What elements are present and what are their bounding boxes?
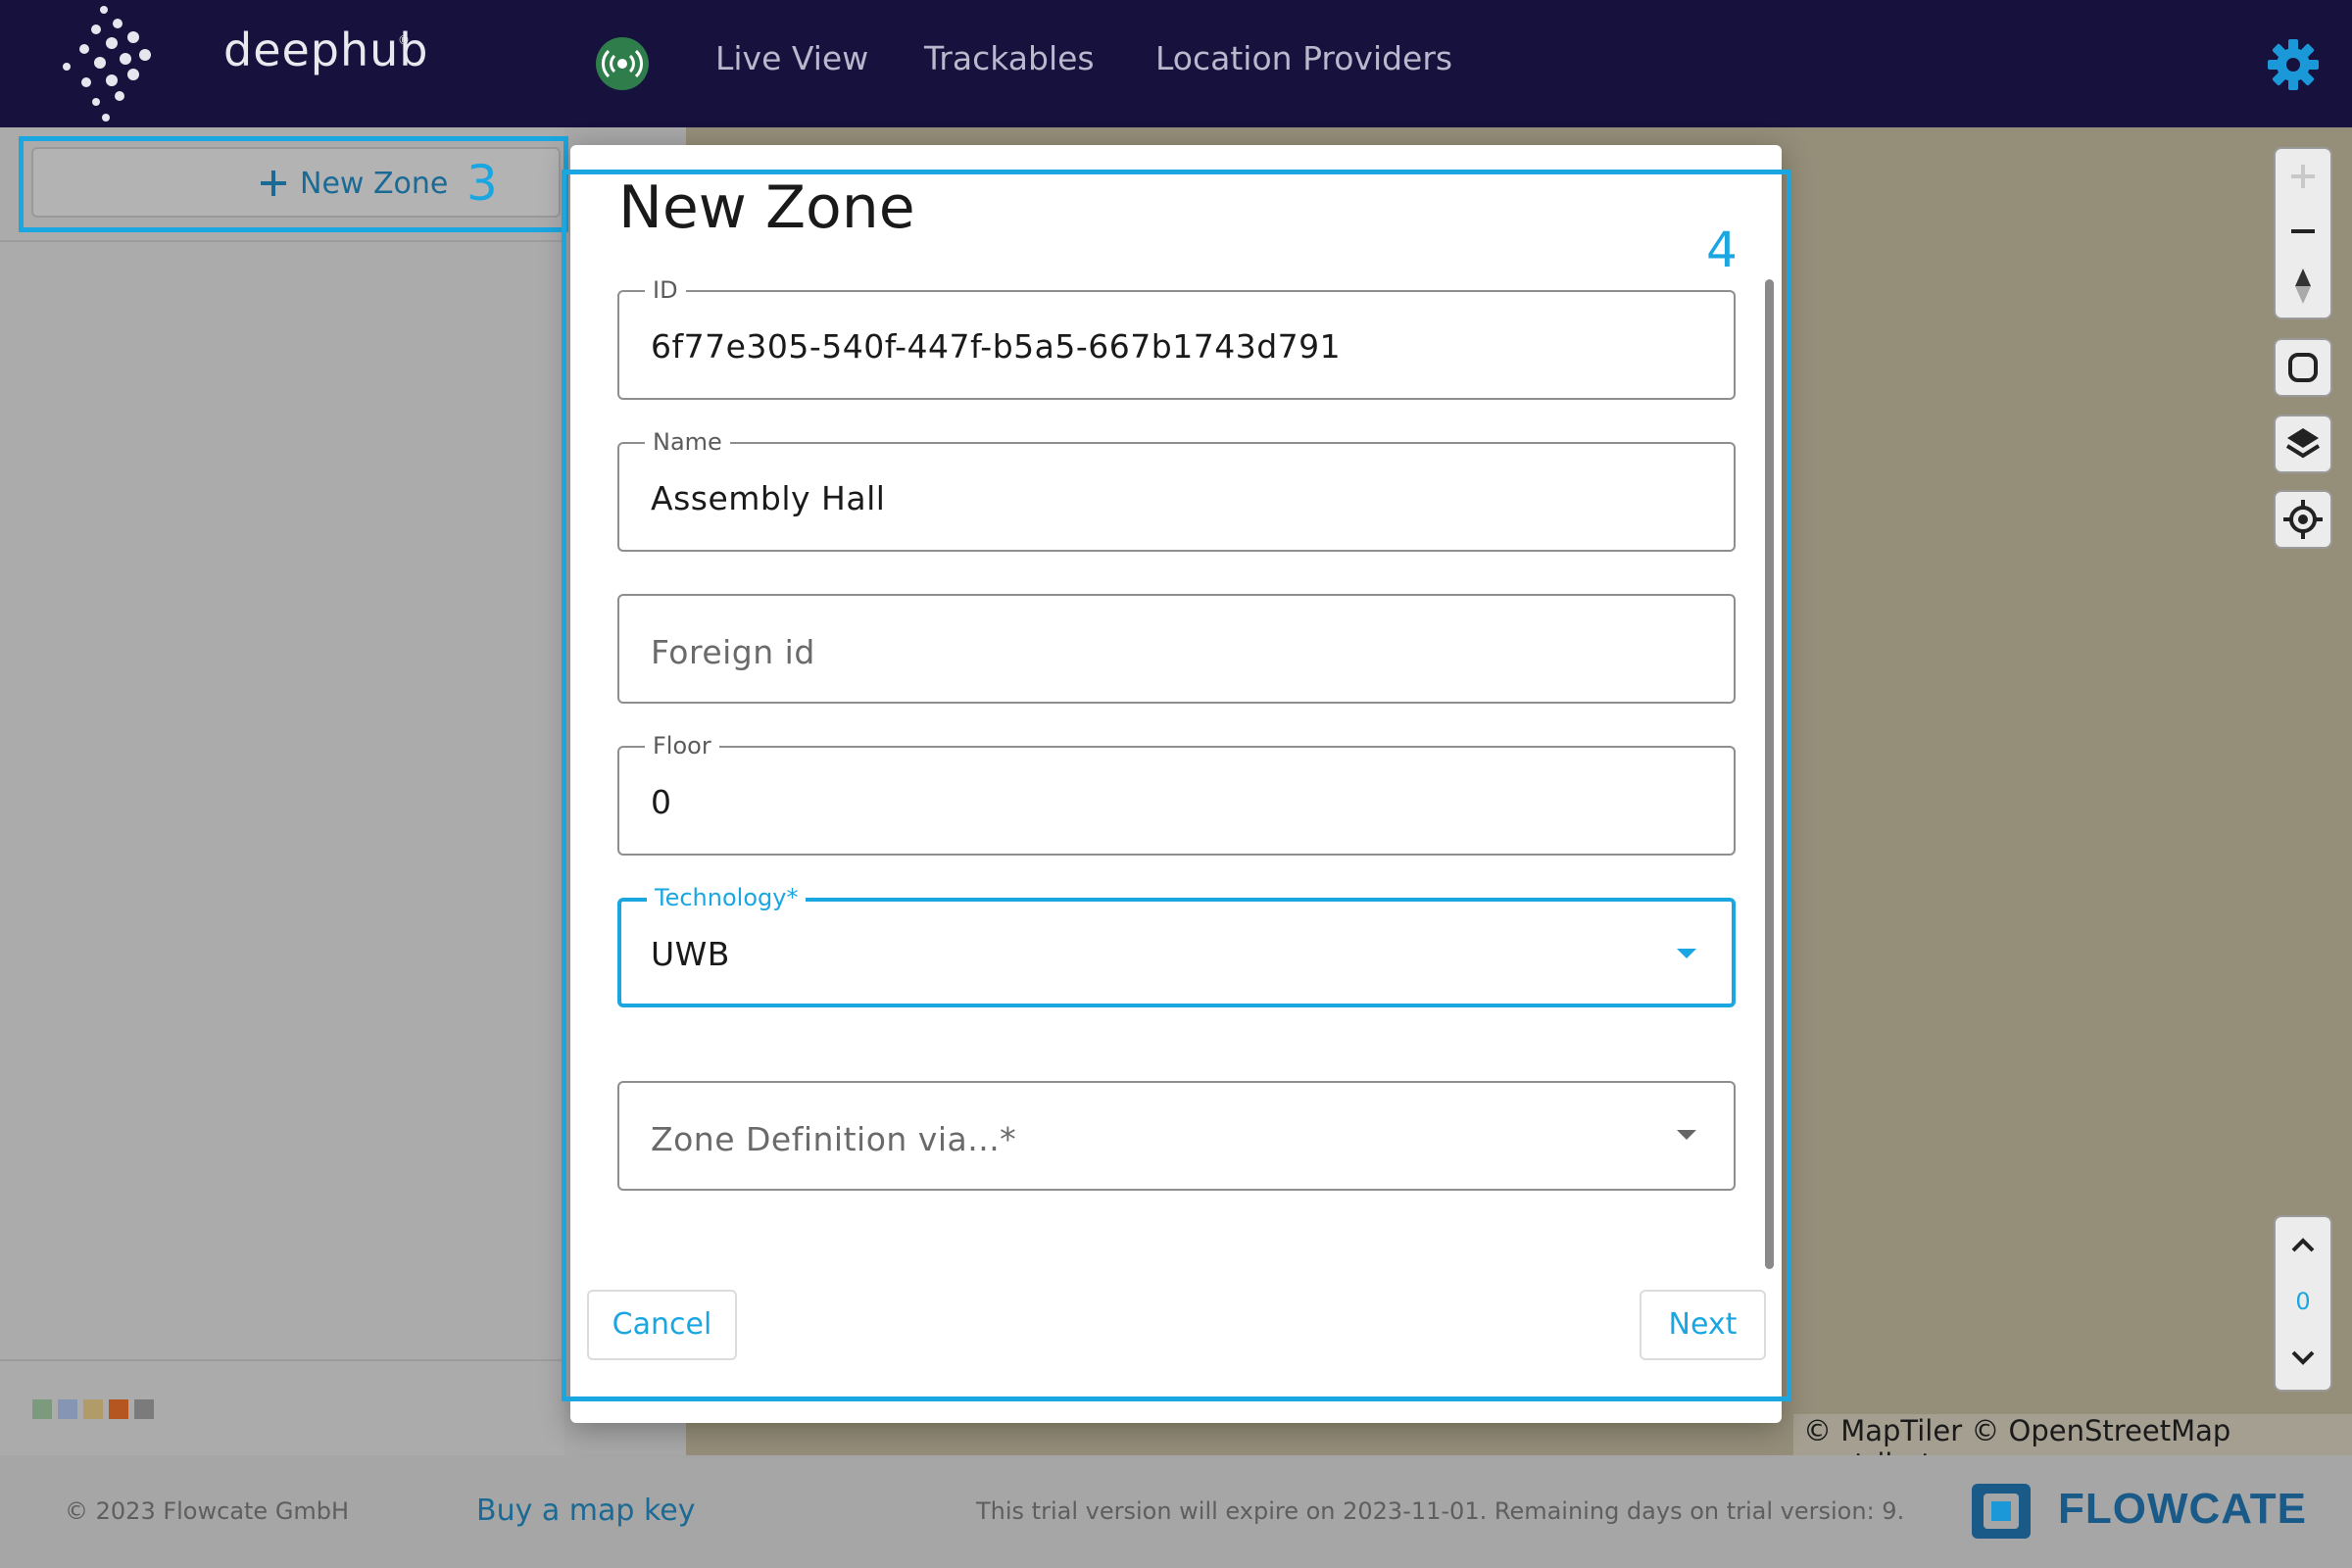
name-field-label: Name bbox=[645, 428, 730, 456]
technology-select-label: Technology* bbox=[647, 884, 807, 911]
legend-swatch bbox=[134, 1399, 154, 1419]
chevron-up-icon bbox=[2291, 1238, 2315, 1252]
floor-down-button[interactable] bbox=[2276, 1331, 2330, 1386]
deephub-logo-mark bbox=[63, 6, 151, 122]
zone-definition-select[interactable]: Zone Definition via...* bbox=[617, 1081, 1736, 1191]
copyright-text: © 2023 Flowcate GmbH bbox=[65, 1497, 350, 1525]
zone-definition-placeholder: Zone Definition via...* bbox=[651, 1120, 1017, 1158]
sidebar-divider bbox=[0, 240, 564, 242]
top-navbar: deephub ® Live View Trackables Location … bbox=[0, 0, 2352, 127]
legend-swatch bbox=[58, 1399, 77, 1419]
crosshair-icon bbox=[2283, 500, 2323, 539]
name-field[interactable]: Name Assembly Hall bbox=[617, 428, 1736, 552]
minus-icon bbox=[2291, 229, 2315, 233]
broadcast-icon[interactable] bbox=[596, 37, 649, 90]
locate-button[interactable] bbox=[2274, 490, 2332, 549]
flowcate-logo-icon bbox=[1972, 1484, 2031, 1539]
compass-icon bbox=[2295, 269, 2311, 304]
cancel-button[interactable]: Cancel bbox=[587, 1290, 737, 1360]
floor-field-label: Floor bbox=[645, 732, 719, 760]
zoom-out-button[interactable] bbox=[2276, 204, 2330, 259]
fullscreen-icon bbox=[2288, 353, 2318, 382]
gear-icon[interactable] bbox=[2266, 37, 2321, 92]
foreign-id-placeholder: Foreign id bbox=[651, 633, 815, 671]
registered-mark: ® bbox=[398, 33, 410, 47]
floor-field-value: 0 bbox=[651, 783, 672, 821]
trial-notice: This trial version will expire on 2023-1… bbox=[976, 1497, 1905, 1525]
technology-select[interactable]: Technology* UWB bbox=[617, 884, 1736, 1007]
legend-swatch bbox=[32, 1399, 52, 1419]
highlight-number-3: 3 bbox=[466, 155, 498, 212]
plus-icon bbox=[2291, 165, 2315, 188]
chevron-down-icon bbox=[1677, 949, 1696, 958]
brand-name: deephub bbox=[223, 24, 429, 76]
floor-level: 0 bbox=[2295, 1288, 2311, 1315]
zoom-controls bbox=[2274, 147, 2332, 319]
flowcate-logo: FLOWCATE bbox=[2058, 1485, 2308, 1533]
deephub-logo[interactable]: deephub ® bbox=[57, 0, 428, 127]
layers-button[interactable] bbox=[2274, 415, 2332, 473]
dialog-scrollbar[interactable] bbox=[1765, 279, 1774, 1269]
legend-swatch bbox=[83, 1399, 103, 1419]
nav-live-view[interactable]: Live View bbox=[715, 39, 868, 77]
floor-field[interactable]: Floor 0 bbox=[617, 732, 1736, 856]
dialog-title: New Zone bbox=[618, 173, 915, 242]
chevron-down-icon bbox=[2291, 1350, 2315, 1365]
legend-divider bbox=[0, 1359, 564, 1361]
id-field-label: ID bbox=[645, 276, 686, 304]
id-field[interactable]: ID 6f77e305-540f-447f-b5a5-667b1743d791 bbox=[617, 276, 1736, 400]
buy-map-key-link[interactable]: Buy a map key bbox=[476, 1494, 696, 1528]
technology-select-value: UWB bbox=[651, 935, 730, 973]
floor-up-button[interactable] bbox=[2276, 1217, 2330, 1272]
layers-icon bbox=[2285, 428, 2321, 459]
compass-button[interactable] bbox=[2276, 259, 2330, 314]
next-button[interactable]: Next bbox=[1640, 1290, 1766, 1360]
fullscreen-button[interactable] bbox=[2274, 338, 2332, 397]
chevron-down-icon bbox=[1677, 1130, 1696, 1140]
highlight-number-4: 4 bbox=[1706, 221, 1738, 278]
zoom-in-button[interactable] bbox=[2276, 149, 2330, 204]
legend-swatch bbox=[109, 1399, 128, 1419]
id-field-value: 6f77e305-540f-447f-b5a5-667b1743d791 bbox=[651, 327, 1342, 366]
nav-location-providers[interactable]: Location Providers bbox=[1155, 39, 1452, 77]
foreign-id-field[interactable]: Foreign id bbox=[617, 594, 1736, 704]
nav-trackables[interactable]: Trackables bbox=[924, 39, 1095, 77]
floor-selector: 0 bbox=[2274, 1215, 2332, 1392]
name-field-value: Assembly Hall bbox=[651, 479, 886, 517]
zones-sidebar bbox=[0, 127, 564, 1455]
